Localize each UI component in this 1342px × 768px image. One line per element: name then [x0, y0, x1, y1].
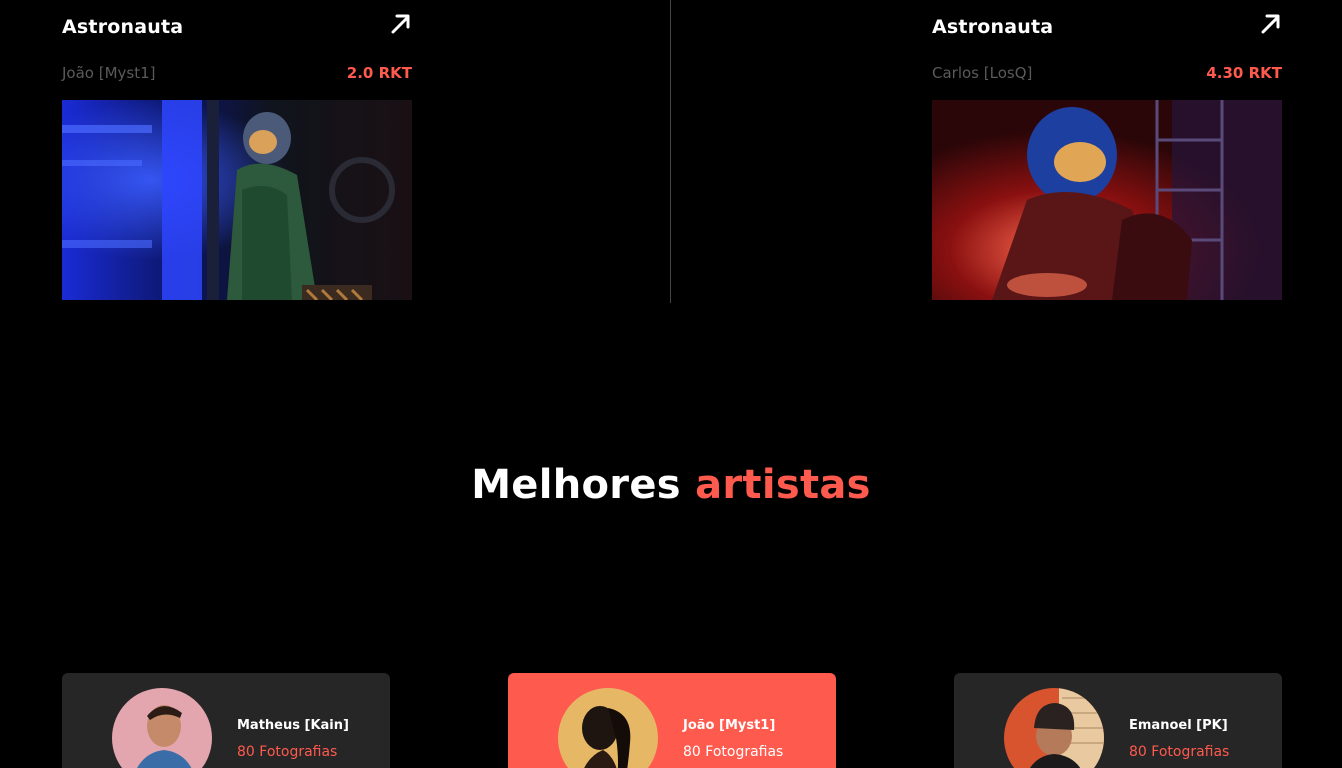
- avatar: [558, 688, 658, 768]
- product-card-astronauta-carlos: Astronauta Carlos [LosQ] 4.30 RKT: [932, 0, 1282, 300]
- avatar: [112, 688, 212, 768]
- product-price: 4.30 RKT: [1206, 64, 1282, 82]
- product-meta: João [Myst1] 2.0 RKT: [62, 44, 412, 100]
- artist-card-matheus[interactable]: Matheus [Kain] 80 Fotografias: [62, 673, 390, 768]
- arrow-up-right-icon[interactable]: [388, 12, 412, 36]
- arrow-up-right-icon[interactable]: [1258, 12, 1282, 36]
- vertical-divider: [670, 0, 671, 303]
- product-title: Astronauta: [62, 16, 184, 38]
- product-title: Astronauta: [932, 16, 1054, 38]
- section-title: Melhores artistas: [0, 462, 1342, 508]
- product-meta: Carlos [LosQ] 4.30 RKT: [932, 44, 1282, 100]
- product-image-astronaut-blue[interactable]: [62, 100, 412, 300]
- artist-name: Matheus [Kain]: [237, 718, 349, 733]
- artist-card-emanoel[interactable]: Emanoel [PK] 80 Fotografias: [954, 673, 1282, 768]
- product-image-astronaut-red[interactable]: [932, 100, 1282, 300]
- product-artist-name: Carlos [LosQ]: [932, 64, 1033, 82]
- artist-card-joao[interactable]: João [Myst1] 80 Fotografias: [508, 673, 836, 768]
- artist-photo-count: 80 Fotografias: [683, 744, 784, 760]
- artist-photo-count: 80 Fotografias: [237, 744, 338, 760]
- section-title-accent: artistas: [695, 462, 871, 508]
- product-header: Astronauta: [932, 0, 1282, 44]
- product-price: 2.0 RKT: [346, 64, 412, 82]
- product-artist-name: João [Myst1]: [62, 64, 156, 82]
- artist-photo-count: 80 Fotografias: [1129, 744, 1230, 760]
- artist-name: Emanoel [PK]: [1129, 718, 1228, 733]
- artist-name: João [Myst1]: [683, 718, 776, 733]
- product-card-astronauta-joao: Astronauta João [Myst1] 2.0 RKT: [62, 0, 412, 300]
- product-header: Astronauta: [62, 0, 412, 44]
- page: Astronauta João [Myst1] 2.0 RKT Astronau…: [0, 0, 1342, 768]
- section-title-main: Melhores: [471, 462, 681, 508]
- avatar: [1004, 688, 1104, 768]
